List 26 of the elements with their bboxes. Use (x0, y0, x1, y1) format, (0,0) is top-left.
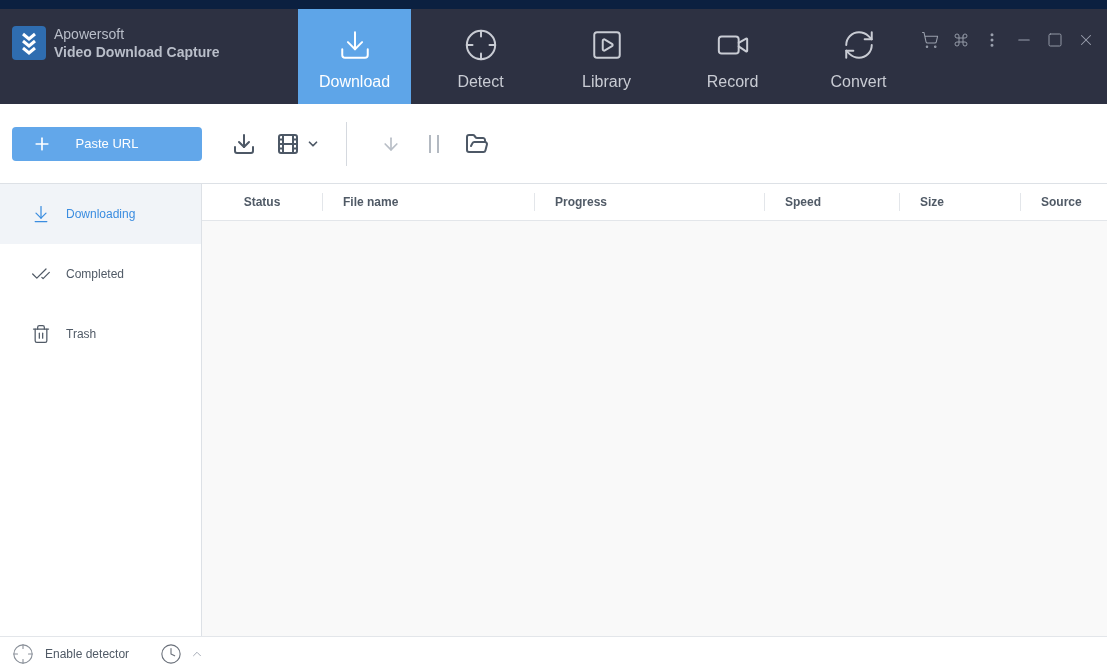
column-header: Size (920, 194, 944, 211)
nav-tab[interactable]: Detect (424, 9, 537, 104)
brand-name: Apowersoft (54, 26, 126, 44)
enable-detector-label[interactable]: Enable detector (45, 645, 130, 663)
crosshair-icon (463, 28, 498, 62)
nav-tab[interactable]: Record (676, 9, 789, 104)
cart-icon[interactable] (921, 31, 939, 49)
open-folder-icon[interactable] (465, 131, 489, 156)
detector-icon[interactable] (12, 643, 34, 665)
trash-icon (31, 324, 51, 344)
nav-tab[interactable]: Library (550, 9, 663, 104)
app-title: Video Download Capture (54, 43, 220, 61)
download-file-icon[interactable] (232, 131, 256, 156)
maximize-icon[interactable] (1047, 32, 1063, 48)
command-icon[interactable] (953, 32, 969, 48)
column-header: Speed (785, 194, 821, 211)
column-header: Source (1041, 194, 1082, 211)
column-header: Progress (555, 194, 608, 211)
nav-tab[interactable]: Convert (802, 9, 915, 104)
clock-icon[interactable] (160, 643, 183, 665)
column-header: Status (243, 194, 281, 211)
sidebar-item[interactable]: Completed (0, 244, 201, 304)
app-logo-icon (12, 26, 46, 60)
video-file-icon[interactable] (276, 131, 300, 156)
column-header: File name (343, 194, 399, 211)
sidebar-item[interactable]: Trash (0, 304, 201, 364)
